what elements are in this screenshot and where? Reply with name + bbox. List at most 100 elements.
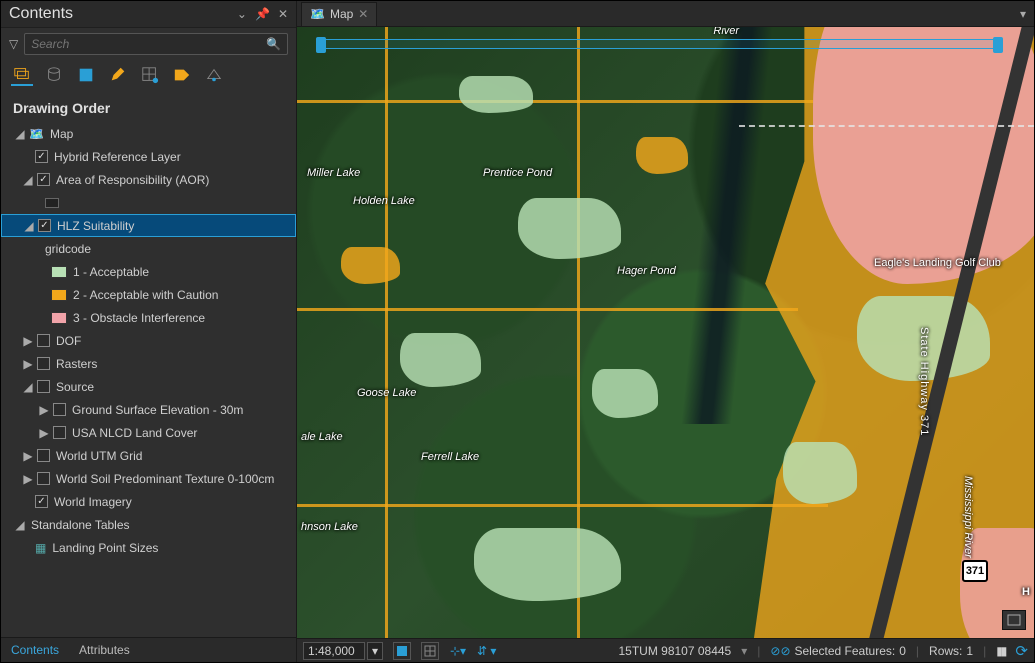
slider-handle-left[interactable] bbox=[316, 37, 326, 53]
scale-control[interactable]: ▾ bbox=[303, 642, 383, 660]
map-label-ferrell: Ferrell Lake bbox=[421, 451, 479, 463]
map-label-goose: Goose Lake bbox=[357, 387, 416, 399]
expander-icon[interactable]: ◢ bbox=[23, 380, 33, 394]
search-input[interactable] bbox=[31, 37, 266, 51]
contents-toolbar bbox=[1, 60, 296, 92]
grid-corrections-icon[interactable]: ⊹▾ bbox=[449, 642, 467, 660]
contents-header: Contents ⌄ 📌 ✕ bbox=[1, 1, 296, 28]
layer-dof[interactable]: DOF bbox=[54, 334, 81, 348]
expander-icon[interactable]: ◢ bbox=[24, 219, 34, 233]
map-label-prentice: Prentice Pond bbox=[483, 167, 552, 179]
tree-map[interactable]: Map bbox=[48, 127, 73, 141]
dynamic-text-icon[interactable]: ⇵ ▾ bbox=[477, 644, 496, 658]
filter-icon[interactable]: ▽ bbox=[9, 37, 18, 51]
layer-aor[interactable]: Area of Responsibility (AOR) bbox=[54, 173, 209, 187]
expander-icon[interactable]: ▶ bbox=[23, 472, 33, 486]
map-status-bar: ▾ ⊹▾ ⇵ ▾ 15TUM 98107 08445 ▾ | ⊘⊘ Select… bbox=[297, 638, 1034, 662]
expander-icon[interactable]: ▶ bbox=[23, 334, 33, 348]
list-by-selection-icon[interactable] bbox=[75, 64, 97, 86]
list-by-labeling-icon[interactable] bbox=[171, 64, 193, 86]
tab-contents[interactable]: Contents bbox=[1, 638, 69, 662]
expander-icon[interactable]: ▶ bbox=[39, 403, 49, 417]
map-canvas[interactable]: Miller Lake Holden Lake Prentice Pond Ha… bbox=[297, 27, 1034, 638]
contents-pane: Contents ⌄ 📌 ✕ ▽ 🔍 Drawing Order ◢🗺️Map … bbox=[1, 1, 297, 662]
checkbox[interactable] bbox=[37, 357, 50, 370]
expander-icon[interactable]: ◢ bbox=[15, 518, 25, 532]
checkbox[interactable] bbox=[37, 173, 50, 186]
legend-label-3: 3 - Obstacle Interference bbox=[71, 311, 205, 325]
layer-imagery[interactable]: World Imagery bbox=[52, 495, 132, 509]
standalone-tables-heading[interactable]: Standalone Tables bbox=[29, 518, 130, 532]
pause-drawing-icon[interactable]: ▮▮ bbox=[996, 644, 1005, 658]
map-label-miller: Miller Lake bbox=[307, 167, 360, 179]
list-by-drawing-order-icon[interactable] bbox=[11, 64, 33, 86]
map-label-edge: H bbox=[1022, 586, 1030, 598]
search-icon[interactable]: 🔍 bbox=[266, 37, 281, 51]
scale-dropdown-icon[interactable]: ▾ bbox=[367, 642, 383, 660]
list-by-snapping-icon[interactable] bbox=[139, 64, 161, 86]
map-tabstrip: 🗺️ Map ✕ ▾ bbox=[297, 1, 1034, 27]
checkbox[interactable] bbox=[53, 403, 66, 416]
coords-dropdown-icon[interactable]: ▾ bbox=[741, 644, 747, 658]
legend-swatch-3 bbox=[51, 312, 67, 324]
expander-icon[interactable]: ◢ bbox=[15, 127, 25, 141]
snapping-icon[interactable] bbox=[421, 642, 439, 660]
map-label-eagles: Eagle's Landing Golf Club bbox=[874, 257, 964, 269]
layer-utm[interactable]: World UTM Grid bbox=[54, 449, 142, 463]
map-label-river: River bbox=[713, 27, 739, 37]
checkbox[interactable] bbox=[35, 495, 48, 508]
map-icon: 🗺️ bbox=[310, 7, 325, 21]
tab-attributes[interactable]: Attributes bbox=[69, 638, 140, 662]
table-lps[interactable]: Landing Point Sizes bbox=[50, 541, 158, 555]
scale-input[interactable] bbox=[303, 642, 365, 660]
map-view-menu-icon[interactable]: ▾ bbox=[1012, 7, 1034, 21]
map-label-hwy: State Highway 371 bbox=[918, 327, 930, 436]
checkbox[interactable] bbox=[37, 472, 50, 485]
map-tab[interactable]: 🗺️ Map ✕ bbox=[301, 2, 377, 26]
checkbox[interactable] bbox=[37, 449, 50, 462]
layer-rasters[interactable]: Rasters bbox=[54, 357, 97, 371]
expander-icon[interactable]: ▶ bbox=[23, 449, 33, 463]
rows-count: 1 bbox=[966, 644, 973, 658]
selected-features-label: Selected Features: bbox=[795, 644, 896, 658]
gridcode-label: gridcode bbox=[43, 242, 91, 256]
checkbox[interactable] bbox=[53, 426, 66, 439]
selected-features-icon[interactable]: ⊘⊘ bbox=[770, 644, 790, 658]
search-box[interactable]: 🔍 bbox=[24, 33, 288, 55]
layer-source[interactable]: Source bbox=[54, 380, 94, 394]
list-by-editing-icon[interactable] bbox=[107, 64, 129, 86]
list-by-perspective-icon[interactable] bbox=[203, 64, 225, 86]
table-icon: ▦ bbox=[35, 541, 46, 555]
constraint-icon[interactable] bbox=[393, 642, 411, 660]
checkbox[interactable] bbox=[35, 150, 48, 163]
layer-nlcd[interactable]: USA NLCD Land Cover bbox=[70, 426, 197, 440]
map-label-hnson: hnson Lake bbox=[301, 521, 358, 533]
list-by-data-source-icon[interactable] bbox=[43, 64, 65, 86]
legend-label-2: 2 - Acceptable with Caution bbox=[71, 288, 218, 302]
refresh-icon[interactable]: ⟳ bbox=[1015, 642, 1028, 660]
expander-icon[interactable]: ▶ bbox=[39, 426, 49, 440]
aor-symbol-swatch[interactable] bbox=[45, 198, 59, 208]
close-pane-icon[interactable]: ✕ bbox=[278, 7, 288, 21]
checkbox[interactable] bbox=[37, 380, 50, 393]
layer-hybrid[interactable]: Hybrid Reference Layer bbox=[52, 150, 181, 164]
checkbox[interactable] bbox=[37, 334, 50, 347]
close-map-tab-icon[interactable]: ✕ bbox=[358, 7, 368, 21]
selected-features-count: 0 bbox=[899, 644, 906, 658]
legend-label-1: 1 - Acceptable bbox=[71, 265, 149, 279]
map-label-holden: Holden Lake bbox=[353, 195, 415, 207]
expander-icon[interactable]: ◢ bbox=[23, 173, 33, 187]
map-pane: 🗺️ Map ✕ ▾ bbox=[297, 1, 1034, 662]
slider-handle-right[interactable] bbox=[993, 37, 1003, 53]
layer-soil[interactable]: World Soil Predominant Texture 0-100cm bbox=[54, 472, 274, 486]
layer-gse[interactable]: Ground Surface Elevation - 30m bbox=[70, 403, 243, 417]
pin-icon[interactable]: 📌 bbox=[255, 7, 270, 21]
legend-swatch-2 bbox=[51, 289, 67, 301]
rows-label: Rows: bbox=[929, 644, 962, 658]
layer-hlz[interactable]: HLZ Suitability bbox=[55, 219, 134, 233]
expander-icon[interactable]: ▶ bbox=[23, 357, 33, 371]
checkbox[interactable] bbox=[38, 219, 51, 232]
autohide-icon[interactable]: ⌄ bbox=[237, 7, 247, 21]
map-mode-icon[interactable] bbox=[1002, 610, 1026, 630]
time-slider[interactable] bbox=[321, 39, 998, 49]
